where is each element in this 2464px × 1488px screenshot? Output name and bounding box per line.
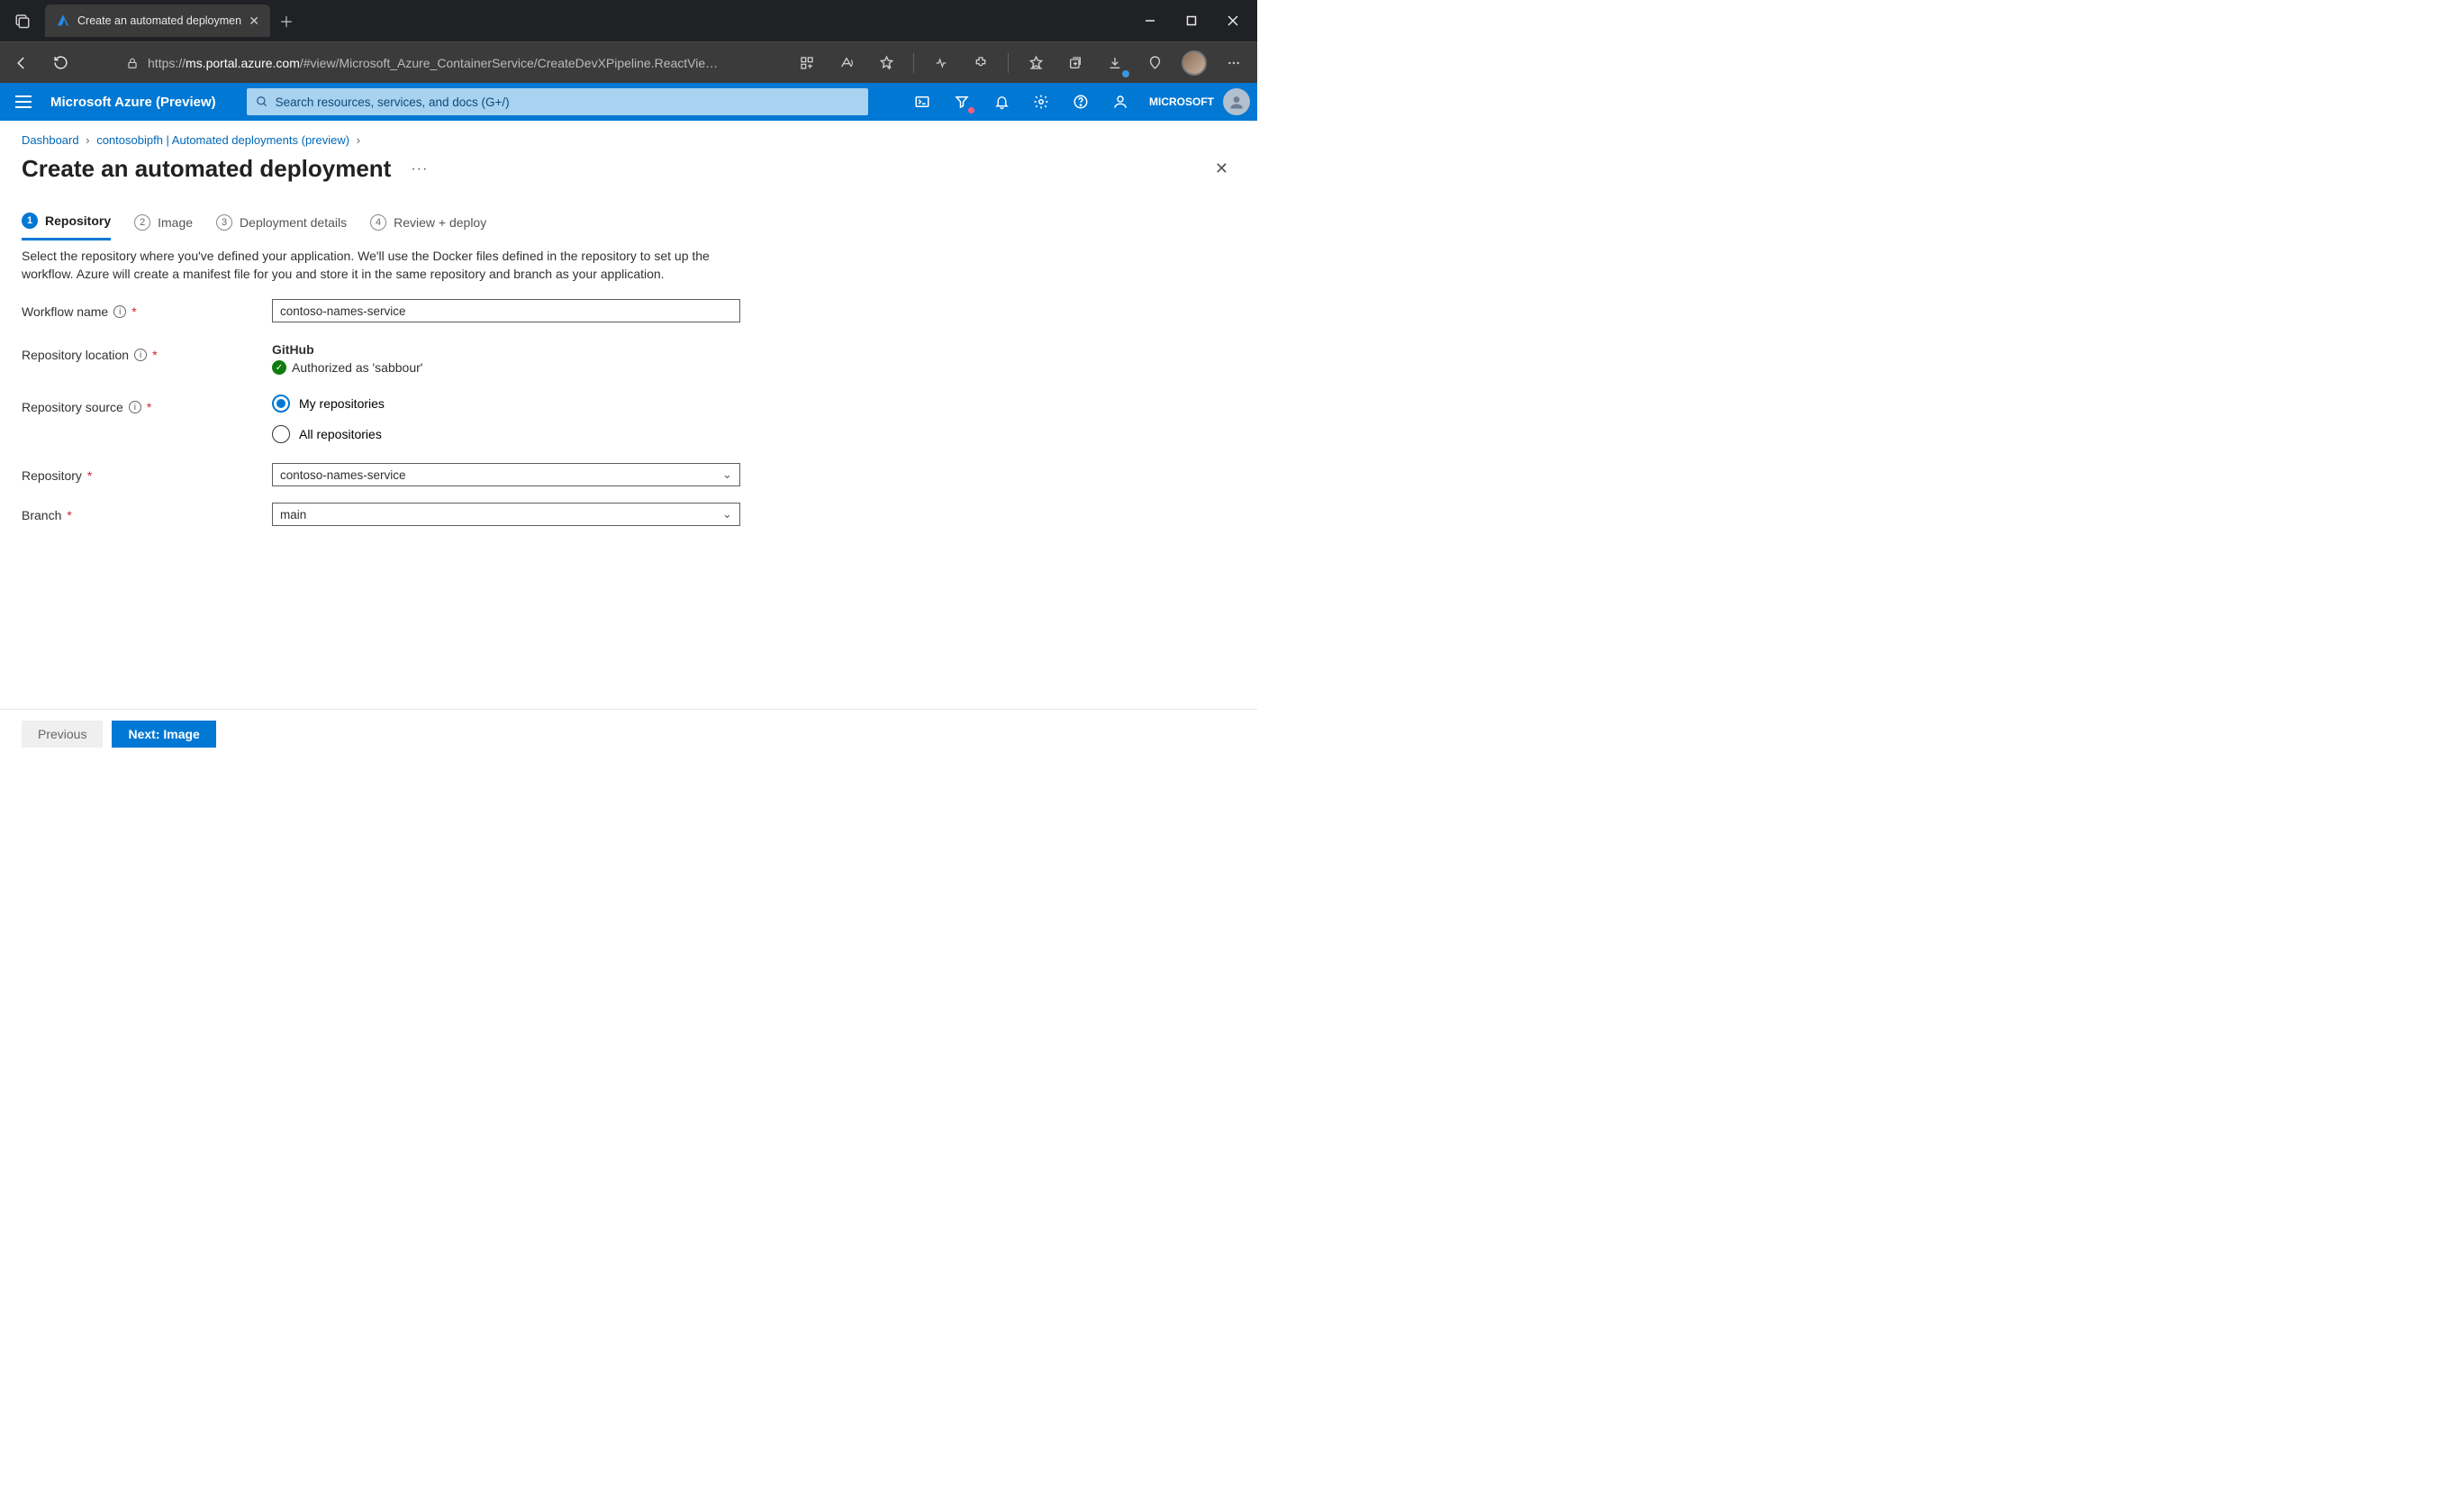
extension-icon[interactable] [963, 45, 999, 81]
browser-essentials-icon[interactable] [1137, 45, 1173, 81]
auth-status: ✓ Authorized as 'sabbour' [272, 360, 740, 375]
step-number: 4 [370, 214, 386, 231]
browser-tab-title: Create an automated deploymen [77, 14, 241, 27]
browser-address-bar: https://ms.portal.azure.com/#view/Micros… [0, 41, 1257, 83]
chevron-right-icon: › [86, 133, 89, 147]
back-button[interactable] [5, 45, 39, 81]
tab-review-deploy[interactable]: 4 Review + deploy [370, 213, 486, 240]
tab-repository[interactable]: 1 Repository [22, 213, 111, 240]
tenant-label[interactable]: MICROSOFT [1140, 95, 1223, 108]
search-placeholder: Search resources, services, and docs (G+… [276, 95, 510, 109]
title-more-menu[interactable]: ··· [411, 161, 428, 177]
azure-search-input[interactable]: Search resources, services, and docs (G+… [247, 88, 868, 115]
tab-close-icon[interactable]: ✕ [249, 14, 259, 29]
tab-deployment-details[interactable]: 3 Deployment details [216, 213, 347, 240]
dropdown-value: contoso-names-service [280, 468, 406, 482]
feedback-icon[interactable] [1101, 83, 1140, 121]
page-title: Create an automated deployment [22, 155, 391, 183]
tab-image[interactable]: 2 Image [134, 213, 193, 240]
previous-button[interactable]: Previous [22, 721, 103, 748]
step-number: 3 [216, 214, 232, 231]
form: Workflow name i * Repository location i … [0, 299, 1257, 542]
breadcrumb-item[interactable]: Dashboard [22, 133, 79, 147]
wizard-tabs: 1 Repository 2 Image 3 Deployment detail… [0, 186, 1257, 240]
favorite-star-icon[interactable] [868, 45, 904, 81]
settings-gear-icon[interactable] [1021, 83, 1061, 121]
address-url[interactable]: https://ms.portal.azure.com/#view/Micros… [126, 56, 784, 70]
breadcrumb: Dashboard › contosobipfh | Automated dep… [0, 121, 1257, 152]
window-minimize-button[interactable] [1129, 0, 1171, 41]
workflow-name-label: Workflow name i * [22, 299, 272, 319]
close-blade-button[interactable]: ✕ [1208, 152, 1236, 186]
favorites-icon[interactable] [1018, 45, 1054, 81]
repository-label: Repository * [22, 463, 272, 483]
step-label: Repository [45, 213, 111, 228]
step-label: Deployment details [240, 215, 347, 230]
info-icon[interactable]: i [113, 305, 126, 318]
step-number: 1 [22, 213, 38, 229]
step-label: Review + deploy [394, 215, 486, 230]
azure-top-bar: Microsoft Azure (Preview) Search resourc… [0, 83, 1257, 121]
search-icon [256, 95, 268, 108]
toolbar-divider [1008, 53, 1009, 73]
tab-actions-button[interactable] [4, 0, 41, 41]
check-icon: ✓ [272, 360, 286, 375]
page-body: Dashboard › contosobipfh | Automated dep… [0, 121, 1257, 758]
url-host: ms.portal.azure.com [186, 56, 300, 70]
chevron-down-icon: ⌄ [722, 507, 732, 522]
filter-icon[interactable] [942, 83, 982, 121]
browser-tab-strip: Create an automated deploymen ✕ ＋ [0, 0, 1257, 41]
breadcrumb-item[interactable]: contosobipfh | Automated deployments (pr… [96, 133, 349, 147]
help-icon[interactable] [1061, 83, 1101, 121]
app-launcher-icon[interactable] [789, 45, 825, 81]
toolbar-divider [913, 53, 914, 73]
refresh-button[interactable] [44, 45, 77, 81]
clarity-icon[interactable] [923, 45, 959, 81]
step-label: Image [158, 215, 193, 230]
more-menu-icon[interactable] [1216, 45, 1252, 81]
cloud-shell-icon[interactable] [902, 83, 942, 121]
window-maximize-button[interactable] [1171, 0, 1212, 41]
portal-menu-button[interactable] [5, 84, 41, 120]
radio-my-repositories[interactable]: My repositories [272, 395, 740, 413]
browser-tab[interactable]: Create an automated deploymen ✕ [45, 5, 270, 37]
info-icon[interactable]: i [134, 349, 147, 361]
repo-provider: GitHub [272, 342, 740, 357]
azure-favicon [56, 14, 70, 28]
window-close-button[interactable] [1212, 0, 1254, 41]
radio-label: All repositories [299, 427, 382, 441]
downloads-icon[interactable] [1097, 45, 1133, 81]
step-number: 2 [134, 214, 150, 231]
radio-all-repositories[interactable]: All repositories [272, 425, 740, 443]
radio-label: My repositories [299, 396, 385, 411]
branch-dropdown[interactable]: main ⌄ [272, 503, 740, 526]
repository-dropdown[interactable]: contoso-names-service ⌄ [272, 463, 740, 486]
wizard-footer: Previous Next: Image [0, 709, 1257, 758]
dropdown-value: main [280, 508, 306, 522]
url-path: /#view/Microsoft_Azure_ContainerService/… [300, 56, 718, 70]
azure-brand[interactable]: Microsoft Azure (Preview) [50, 95, 216, 110]
chevron-down-icon: ⌄ [722, 467, 732, 482]
user-avatar[interactable] [1223, 88, 1250, 115]
repository-source-label: Repository source i * [22, 395, 272, 414]
notifications-icon[interactable] [982, 83, 1021, 121]
chevron-right-icon: › [357, 133, 360, 147]
info-icon[interactable]: i [129, 401, 141, 413]
new-tab-button[interactable]: ＋ [279, 10, 294, 32]
repository-location-label: Repository location i * [22, 342, 272, 362]
read-aloud-icon[interactable] [829, 45, 865, 81]
tab-description: Select the repository where you've defin… [0, 240, 738, 299]
next-button[interactable]: Next: Image [112, 721, 215, 748]
branch-label: Branch * [22, 503, 272, 522]
collections-icon[interactable] [1057, 45, 1093, 81]
lock-icon [126, 57, 139, 69]
workflow-name-input[interactable] [272, 299, 740, 322]
profile-avatar[interactable] [1176, 45, 1212, 81]
